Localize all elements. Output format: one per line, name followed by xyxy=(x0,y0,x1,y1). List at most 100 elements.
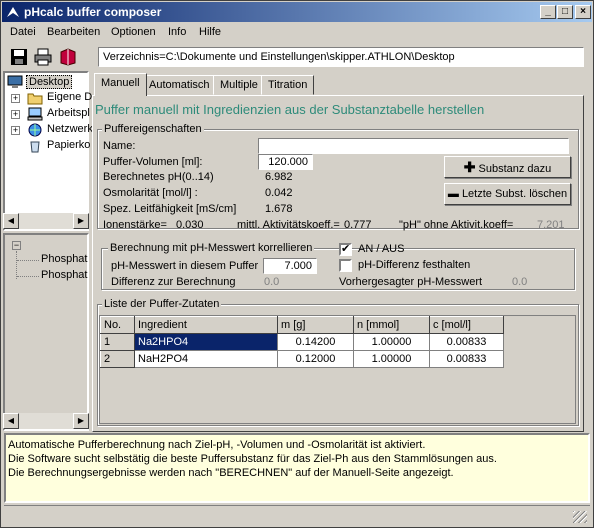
tree-item-netzwerk[interactable]: Netzwerk xyxy=(47,123,93,135)
name-label: Name: xyxy=(103,140,136,152)
difference-value: 0.0 xyxy=(264,276,280,288)
minimize-button[interactable]: _ xyxy=(540,5,556,19)
expand-icon[interactable]: + xyxy=(11,94,20,103)
status-line-1: Automatische Pufferberechnung nach Ziel-… xyxy=(8,439,426,451)
on-off-label: AN / AUS xyxy=(358,243,405,255)
tab-automatisch[interactable]: Automatisch xyxy=(142,75,217,95)
activity-value: 0.777 xyxy=(344,219,372,231)
scroll-left-icon[interactable]: ◀ xyxy=(3,213,19,229)
add-substance-label: Substanz dazu xyxy=(478,163,552,175)
ph-measurement-title: Berechnung mit pH-Messwert korrellieren xyxy=(108,242,315,254)
maximize-button[interactable]: □ xyxy=(557,5,573,19)
mmol-cell[interactable]: 1.00000 xyxy=(353,333,430,351)
menu-datei[interactable]: Datei xyxy=(10,26,36,38)
fix-difference-checkbox[interactable] xyxy=(339,259,352,272)
ph-value: 6.982 xyxy=(265,171,293,183)
activity-label: mittl. Aktivitätskoeff.= xyxy=(237,219,340,231)
ph-label: Berechnetes pH(0..14) xyxy=(103,171,214,183)
column-header-ingredient[interactable]: Ingredient xyxy=(134,316,278,334)
menu-bearbeiten[interactable]: Bearbeiten xyxy=(47,26,100,38)
conc-cell[interactable]: 0.00833 xyxy=(429,333,504,351)
tree-item-phosphat-1[interactable]: Phosphat xyxy=(41,253,87,265)
tree-item-papierkorb[interactable]: Papierko xyxy=(47,139,90,151)
ingredient-cell[interactable]: Na2HPO4 xyxy=(134,333,278,351)
ingredient-cell[interactable]: NaH2PO4 xyxy=(134,350,278,368)
minus-icon: ▬ xyxy=(447,188,459,200)
tree-hscrollbar[interactable]: ◀ ▶ xyxy=(3,213,89,229)
predicted-ph-value: 0.0 xyxy=(512,276,528,288)
measured-ph-label: pH-Messwert in diesem Puffer xyxy=(111,260,259,272)
desktop-icon xyxy=(7,75,23,88)
tree-item-eigene-dateien[interactable]: Eigene D xyxy=(47,91,92,103)
tree-item-arbeitsplatz[interactable]: Arbeitspl xyxy=(47,107,90,119)
scroll-left-icon[interactable]: ◀ xyxy=(3,413,19,429)
ingredients-grid[interactable]: No. Ingredient m [g] n [mmol] c [mol/l] … xyxy=(99,315,576,424)
measured-ph-input[interactable]: 7.000 xyxy=(263,258,317,274)
mass-cell[interactable]: 0.12000 xyxy=(277,350,354,368)
tree-item-phosphat-2[interactable]: Phosphat xyxy=(41,269,87,281)
table-row[interactable]: 1 Na2HPO4 0.14200 1.00000 0.00833 xyxy=(100,333,504,351)
menu-info[interactable]: Info xyxy=(168,26,186,38)
tab-titration[interactable]: Titration xyxy=(261,75,315,95)
resize-grip-icon[interactable] xyxy=(573,511,587,523)
ingredients-table: No. Ingredient m [g] n [mmol] c [mol/l] … xyxy=(100,316,504,368)
volume-label: Puffer-Volumen [ml]: xyxy=(103,156,203,168)
expand-icon[interactable]: + xyxy=(11,110,20,119)
ph-no-activity-value: 7.201 xyxy=(537,219,565,231)
delete-substance-label: Letzte Subst. löschen xyxy=(461,188,568,200)
substance-hscrollbar[interactable]: ◀ ▶ xyxy=(3,413,89,429)
fix-difference-label: pH-Differenz festhalten xyxy=(358,259,471,271)
menu-hilfe[interactable]: Hilfe xyxy=(199,26,221,38)
table-header-row: No. Ingredient m [g] n [mmol] c [mol/l] xyxy=(100,316,504,334)
column-header-mmol[interactable]: n [mmol] xyxy=(353,316,430,334)
recycle-bin-icon xyxy=(30,141,40,153)
tab-manuell[interactable]: Manuell xyxy=(94,73,147,96)
column-header-no[interactable]: No. xyxy=(100,316,135,334)
status-bar xyxy=(4,505,590,525)
menu-optionen[interactable]: Optionen xyxy=(111,26,156,38)
collapse-icon[interactable]: − xyxy=(12,241,21,250)
ionic-strength-value: 0.030 xyxy=(176,219,204,231)
ionic-strength-label: Ionenstärke= xyxy=(103,219,167,231)
add-substance-button[interactable]: ✚ Substanz dazu xyxy=(444,156,571,178)
on-off-checkbox[interactable]: ✔ xyxy=(339,243,352,256)
status-text-area[interactable]: Automatische Pufferberechnung nach Ziel-… xyxy=(4,433,590,503)
conc-cell[interactable]: 0.00833 xyxy=(429,350,504,368)
substance-tree[interactable]: − Phosphat Phosphat xyxy=(3,233,89,431)
delete-substance-button[interactable]: ▬ Letzte Subst. löschen xyxy=(444,183,571,205)
folder-tree[interactable]: Desktop + Eigene D + Arbeitspl + Netzwer… xyxy=(3,71,93,231)
app-icon xyxy=(7,7,19,17)
status-line-2: Die Software sucht selbstätig die beste … xyxy=(8,453,497,465)
row-number: 1 xyxy=(100,333,135,351)
save-icon[interactable] xyxy=(10,48,28,66)
book-icon[interactable] xyxy=(59,48,77,66)
computer-icon xyxy=(27,107,43,121)
predicted-ph-label: Vorhergesagter pH-Messwert xyxy=(339,276,483,288)
osmolarity-label: Osmolarität [mol/l] : xyxy=(103,187,198,199)
close-button[interactable]: × xyxy=(575,5,591,19)
mmol-cell[interactable]: 1.00000 xyxy=(353,350,430,368)
osmolarity-value: 0.042 xyxy=(265,187,293,199)
print-icon[interactable] xyxy=(34,48,52,66)
table-row[interactable]: 2 NaH2PO4 0.12000 1.00000 0.00833 xyxy=(100,350,504,368)
column-header-mass[interactable]: m [g] xyxy=(277,316,354,334)
ingredients-title: Liste der Puffer-Zutaten xyxy=(102,298,222,310)
tab-multiple[interactable]: Multiple xyxy=(213,75,265,95)
difference-label: Differenz zur Berechnung xyxy=(111,276,236,288)
status-line-3: Die Berechnungsergebnisse werden nach "B… xyxy=(8,467,454,479)
conductivity-label: Spez. Leitfähigkeit [mS/cm] xyxy=(103,203,237,215)
expand-icon[interactable]: + xyxy=(11,126,20,135)
column-header-conc[interactable]: c [mol/l] xyxy=(429,316,504,334)
volume-input[interactable]: 120.000 xyxy=(258,154,313,170)
tree-root-desktop[interactable]: Desktop xyxy=(26,75,73,89)
scroll-right-icon[interactable]: ▶ xyxy=(73,213,89,229)
app-window: pHcalc buffer composer _ □ × Datei Bearb… xyxy=(0,0,594,528)
folder-icon xyxy=(27,93,43,105)
mass-cell[interactable]: 0.14200 xyxy=(277,333,354,351)
check-icon: ✔ xyxy=(341,243,351,255)
name-input[interactable] xyxy=(258,138,569,154)
scroll-right-icon[interactable]: ▶ xyxy=(73,413,89,429)
title-bar[interactable]: pHcalc buffer composer _ □ × xyxy=(2,2,592,22)
plus-icon: ✚ xyxy=(463,159,476,175)
directory-path-field[interactable]: Verzeichnis=C:\Dokumente und Einstellung… xyxy=(98,47,584,67)
